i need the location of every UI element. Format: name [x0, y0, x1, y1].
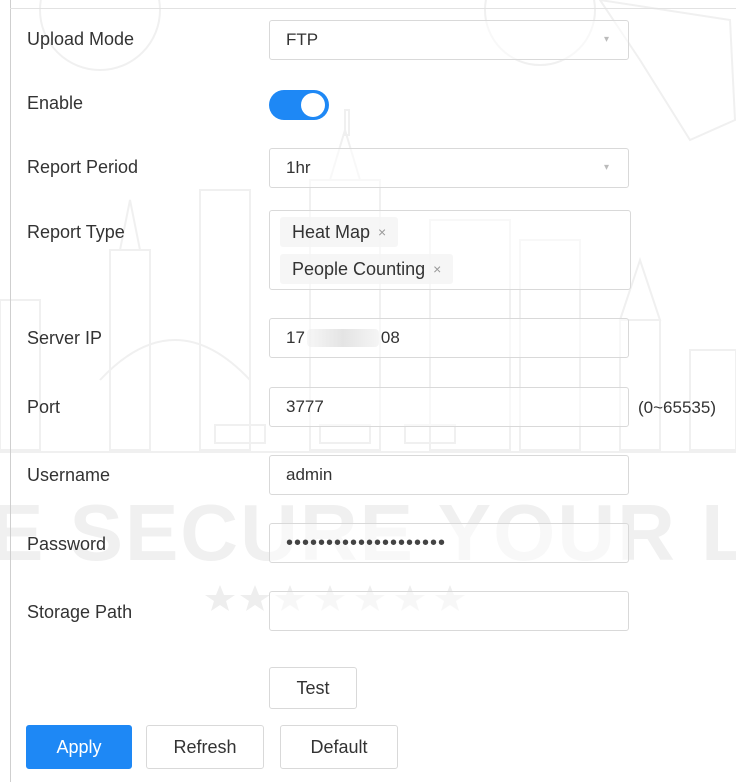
- tag-heat-map: Heat Map ×: [280, 217, 399, 247]
- password-value: ••••••••••••••••••••: [286, 531, 447, 554]
- username-value: admin: [286, 465, 333, 484]
- port-range-hint: (0~65535): [638, 398, 716, 417]
- test-button[interactable]: Test: [269, 667, 357, 709]
- storage-path-label: Storage Path: [27, 602, 133, 622]
- report-period-value: 1hr: [286, 158, 311, 177]
- refresh-button[interactable]: Refresh: [146, 725, 264, 769]
- chevron-down-icon: ▾: [604, 162, 610, 173]
- password-input[interactable]: ••••••••••••••••••••: [269, 523, 629, 563]
- close-icon[interactable]: ×: [378, 224, 386, 240]
- port-input[interactable]: 3777: [269, 387, 629, 427]
- tag-label: People Counting: [292, 258, 426, 279]
- username-input[interactable]: admin: [269, 455, 629, 495]
- enable-toggle[interactable]: [269, 90, 329, 120]
- enable-label: Enable: [27, 93, 84, 113]
- panel-left-border: [10, 0, 11, 782]
- close-icon[interactable]: ×: [433, 261, 441, 277]
- server-ip-prefix: 17: [286, 328, 305, 347]
- redacted-blur: [306, 329, 379, 347]
- username-label: Username: [27, 465, 111, 485]
- ftp-upload-settings-page: E SECURE YOUR LIF Upload Mode FTP ▾ Enab…: [0, 0, 736, 782]
- upload-mode-select[interactable]: FTP ▾: [269, 20, 629, 60]
- password-label: Password: [27, 534, 107, 554]
- storage-path-input[interactable]: [269, 591, 629, 631]
- chevron-down-icon: ▾: [604, 34, 610, 45]
- report-type-label: Report Type: [27, 222, 125, 242]
- default-button[interactable]: Default: [280, 725, 398, 769]
- panel-top-border: [10, 8, 736, 9]
- apply-button[interactable]: Apply: [26, 725, 132, 769]
- tag-people-counting: People Counting ×: [280, 254, 454, 284]
- report-type-multiselect[interactable]: Heat Map × People Counting ×: [269, 210, 631, 290]
- upload-mode-label: Upload Mode: [27, 29, 135, 49]
- port-label: Port: [27, 397, 61, 417]
- server-ip-suffix: 08: [380, 328, 400, 347]
- server-ip-input[interactable]: 17 08: [269, 318, 629, 358]
- toggle-knob: [301, 93, 325, 117]
- report-period-select[interactable]: 1hr ▾: [269, 148, 629, 188]
- tag-label: Heat Map: [292, 221, 371, 242]
- port-value: 3777: [286, 397, 324, 416]
- report-period-label: Report Period: [27, 157, 139, 177]
- server-ip-label: Server IP: [27, 328, 103, 348]
- upload-mode-value: FTP: [286, 30, 319, 49]
